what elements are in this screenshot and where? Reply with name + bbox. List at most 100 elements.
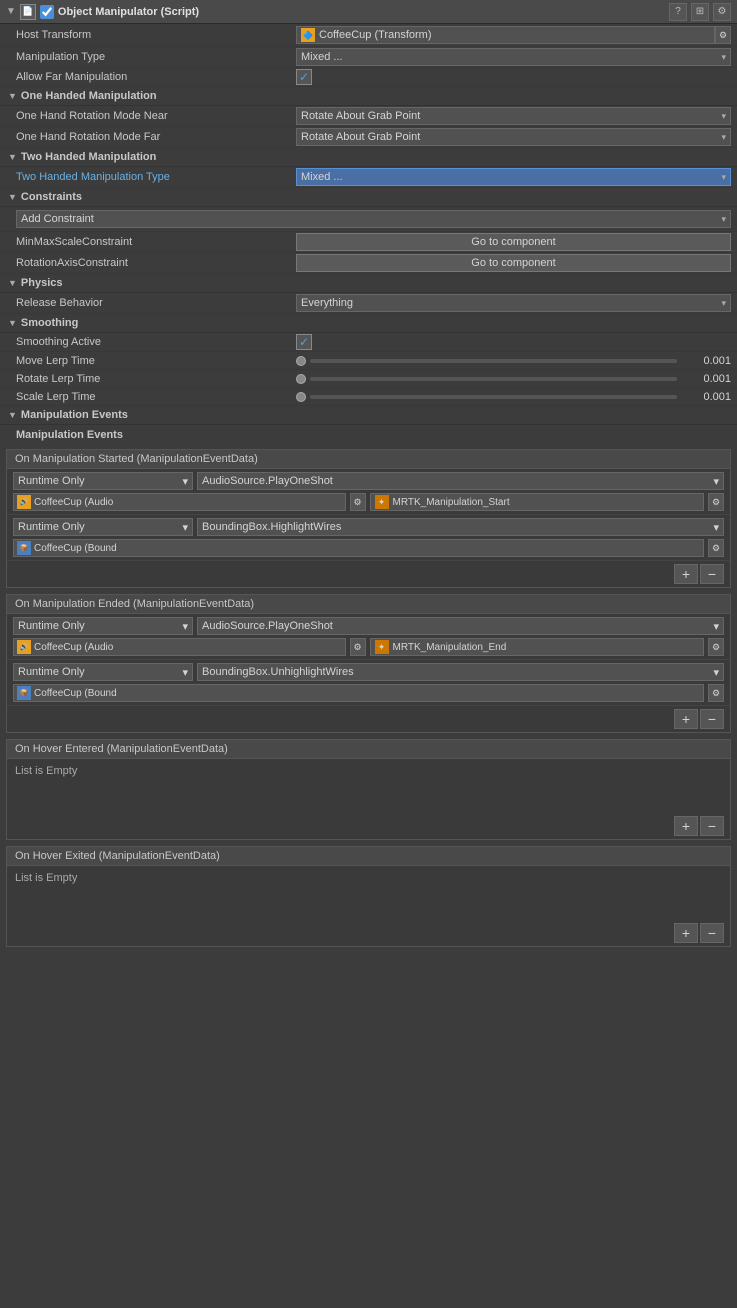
- scale-lerp-label: Scale Lerp Time: [16, 391, 296, 403]
- smoothing-section-header[interactable]: ▼ Smoothing: [0, 314, 737, 333]
- minmax-go-btn[interactable]: Go to component: [296, 233, 731, 251]
- runtime-select-2[interactable]: Runtime Only ▾: [13, 518, 193, 536]
- one-hand-near-text: Rotate About Grab Point: [301, 110, 420, 122]
- host-transform-gear[interactable]: ⚙: [715, 26, 731, 44]
- host-transform-value: 🔷 CoffeeCup (Transform) ⚙: [296, 26, 731, 44]
- started-plus-btn[interactable]: +: [674, 564, 698, 584]
- audio-method-select-1[interactable]: AudioSource.PlayOneShot ▾: [197, 472, 724, 490]
- enable-checkbox[interactable]: [40, 5, 54, 19]
- bounding-method-select-1-text: BoundingBox.HighlightWires: [202, 521, 341, 533]
- host-transform-label: Host Transform: [16, 29, 296, 41]
- hover-exited-minus-btn[interactable]: −: [700, 923, 724, 943]
- release-behavior-text: Everything: [301, 297, 353, 309]
- mrtk-start-gear[interactable]: ⚙: [708, 493, 724, 511]
- physics-section-header[interactable]: ▼ Physics: [0, 274, 737, 293]
- runtime-select-4-text: Runtime Only: [18, 666, 85, 678]
- on-hover-entered-header: On Hover Entered (ManipulationEventData): [7, 740, 730, 759]
- mrtk-start-icon: ✦: [375, 495, 389, 509]
- release-behavior-dropdown[interactable]: Everything ▾: [296, 294, 731, 312]
- help-icon[interactable]: ?: [669, 3, 687, 21]
- two-handed-arrow: ▼: [8, 152, 17, 162]
- coffee-cup-bound-icon-1: 📦: [17, 541, 31, 555]
- hover-entered-plus-btn[interactable]: +: [674, 816, 698, 836]
- hover-exited-plus-btn[interactable]: +: [674, 923, 698, 943]
- on-hover-exited-header: On Hover Exited (ManipulationEventData): [7, 847, 730, 866]
- two-handed-type-row: Two Handed Manipulation Type Mixed ... ▾: [0, 167, 737, 188]
- two-handed-type-dropdown[interactable]: Mixed ... ▾: [296, 168, 731, 186]
- coffee-cup-audio-gear-2[interactable]: ⚙: [350, 638, 366, 656]
- runtime-select-1[interactable]: Runtime Only ▾: [13, 472, 193, 490]
- runtime-select-3-text: Runtime Only: [18, 620, 85, 632]
- one-hand-near-dropdown[interactable]: Rotate About Grab Point ▾: [296, 107, 731, 125]
- one-handed-title: One Handed Manipulation: [21, 90, 157, 102]
- bounding-method-select-1[interactable]: BoundingBox.HighlightWires ▾: [197, 518, 724, 536]
- bounding-method-select-2[interactable]: BoundingBox.UnhighlightWires ▾: [197, 663, 724, 681]
- move-lerp-wrap: 0.001: [296, 355, 731, 367]
- one-hand-far-dropdown[interactable]: Rotate About Grab Point ▾: [296, 128, 731, 146]
- audio-method-select-1-arrow: ▾: [713, 475, 719, 488]
- one-handed-section-header[interactable]: ▼ One Handed Manipulation: [0, 87, 737, 106]
- rotate-lerp-handle[interactable]: [296, 374, 306, 384]
- smoothing-active-label: Smoothing Active: [16, 336, 296, 348]
- move-lerp-handle[interactable]: [296, 356, 306, 366]
- manipulation-events-section-header[interactable]: ▼ Manipulation Events: [0, 406, 737, 425]
- coffee-cup-audio-text-2: CoffeeCup (Audio: [34, 642, 113, 653]
- two-handed-type-label: Two Handed Manipulation Type: [16, 171, 296, 183]
- physics-title: Physics: [21, 277, 63, 289]
- one-hand-near-label: One Hand Rotation Mode Near: [16, 110, 296, 122]
- rotate-lerp-value: 0.001: [681, 373, 731, 385]
- manipulation-started-entry-2-row2: 📦 CoffeeCup (Bound ⚙: [13, 539, 724, 557]
- runtime-select-4[interactable]: Runtime Only ▾: [13, 663, 193, 681]
- one-hand-near-row: One Hand Rotation Mode Near Rotate About…: [0, 106, 737, 127]
- audio-method-select-2[interactable]: AudioSource.PlayOneShot ▾: [197, 617, 724, 635]
- two-handed-section-header[interactable]: ▼ Two Handed Manipulation: [0, 148, 737, 167]
- hover-entered-minus-btn[interactable]: −: [700, 816, 724, 836]
- release-behavior-label: Release Behavior: [16, 297, 296, 309]
- fold-arrow[interactable]: ▼: [6, 6, 16, 17]
- audio-method-select-2-text: AudioSource.PlayOneShot: [202, 620, 333, 632]
- smoothing-active-checkbox[interactable]: ✓: [296, 334, 312, 350]
- coffee-cup-audio-ref-1[interactable]: 🔊 CoffeeCup (Audio: [13, 493, 346, 511]
- mrtk-start-field[interactable]: ✦ MRTK_Manipulation_Start: [370, 493, 705, 511]
- coffee-cup-audio-gear-1[interactable]: ⚙: [350, 493, 366, 511]
- grid-icon[interactable]: ⊞: [691, 3, 709, 21]
- runtime-select-3[interactable]: Runtime Only ▾: [13, 617, 193, 635]
- coffee-cup-audio-text-1: CoffeeCup (Audio: [34, 497, 113, 508]
- scale-lerp-track[interactable]: [310, 395, 677, 399]
- smoothing-title: Smoothing: [21, 317, 78, 329]
- one-hand-far-label: One Hand Rotation Mode Far: [16, 131, 296, 143]
- host-transform-field[interactable]: 🔷 CoffeeCup (Transform): [296, 26, 715, 44]
- mrtk-end-field[interactable]: ✦ MRTK_Manipulation_End: [370, 638, 705, 656]
- settings-icon[interactable]: ⚙: [713, 3, 731, 21]
- smoothing-active-row: Smoothing Active ✓: [0, 333, 737, 352]
- ended-plus-btn[interactable]: +: [674, 709, 698, 729]
- component-title: Object Manipulator (Script): [58, 6, 665, 18]
- coffee-cup-bound-ref-1[interactable]: 📦 CoffeeCup (Bound: [13, 539, 704, 557]
- coffee-cup-audio-ref-2[interactable]: 🔊 CoffeeCup (Audio: [13, 638, 346, 656]
- scale-lerp-handle[interactable]: [296, 392, 306, 402]
- manipulation-started-entry-2: Runtime Only ▾ BoundingBox.HighlightWire…: [7, 515, 730, 561]
- rotate-lerp-track[interactable]: [310, 377, 677, 381]
- rotation-constraint-label: RotationAxisConstraint: [16, 257, 296, 269]
- rotate-lerp-label: Rotate Lerp Time: [16, 373, 296, 385]
- coffee-cup-bound-gear-2[interactable]: ⚙: [708, 684, 724, 702]
- mrtk-end-gear[interactable]: ⚙: [708, 638, 724, 656]
- move-lerp-track[interactable]: [310, 359, 677, 363]
- constraints-section-header[interactable]: ▼ Constraints: [0, 188, 737, 207]
- allow-far-checkbox[interactable]: ✓: [296, 69, 312, 85]
- manipulation-type-dropdown[interactable]: Mixed ... ▾: [296, 48, 731, 66]
- events-section: Manipulation Events On Manipulation Star…: [0, 425, 737, 959]
- started-minus-btn[interactable]: −: [700, 564, 724, 584]
- coffee-cup-bound-gear-1[interactable]: ⚙: [708, 539, 724, 557]
- minmax-label: MinMaxScaleConstraint: [16, 236, 296, 248]
- runtime-select-3-arrow: ▾: [182, 620, 188, 633]
- coffee-cup-bound-ref-2[interactable]: 📦 CoffeeCup (Bound: [13, 684, 704, 702]
- scale-lerp-value: 0.001: [681, 391, 731, 403]
- inspector-panel: ▼ 📄 Object Manipulator (Script) ? ⊞ ⚙ Ho…: [0, 0, 737, 959]
- ended-minus-btn[interactable]: −: [700, 709, 724, 729]
- add-constraint-dropdown[interactable]: Add Constraint ▾: [16, 210, 731, 228]
- manipulation-events-label: Manipulation Events: [0, 425, 737, 443]
- scale-lerp-wrap: 0.001: [296, 391, 731, 403]
- manipulation-events-arrow: ▼: [8, 410, 17, 420]
- rotation-go-btn[interactable]: Go to component: [296, 254, 731, 272]
